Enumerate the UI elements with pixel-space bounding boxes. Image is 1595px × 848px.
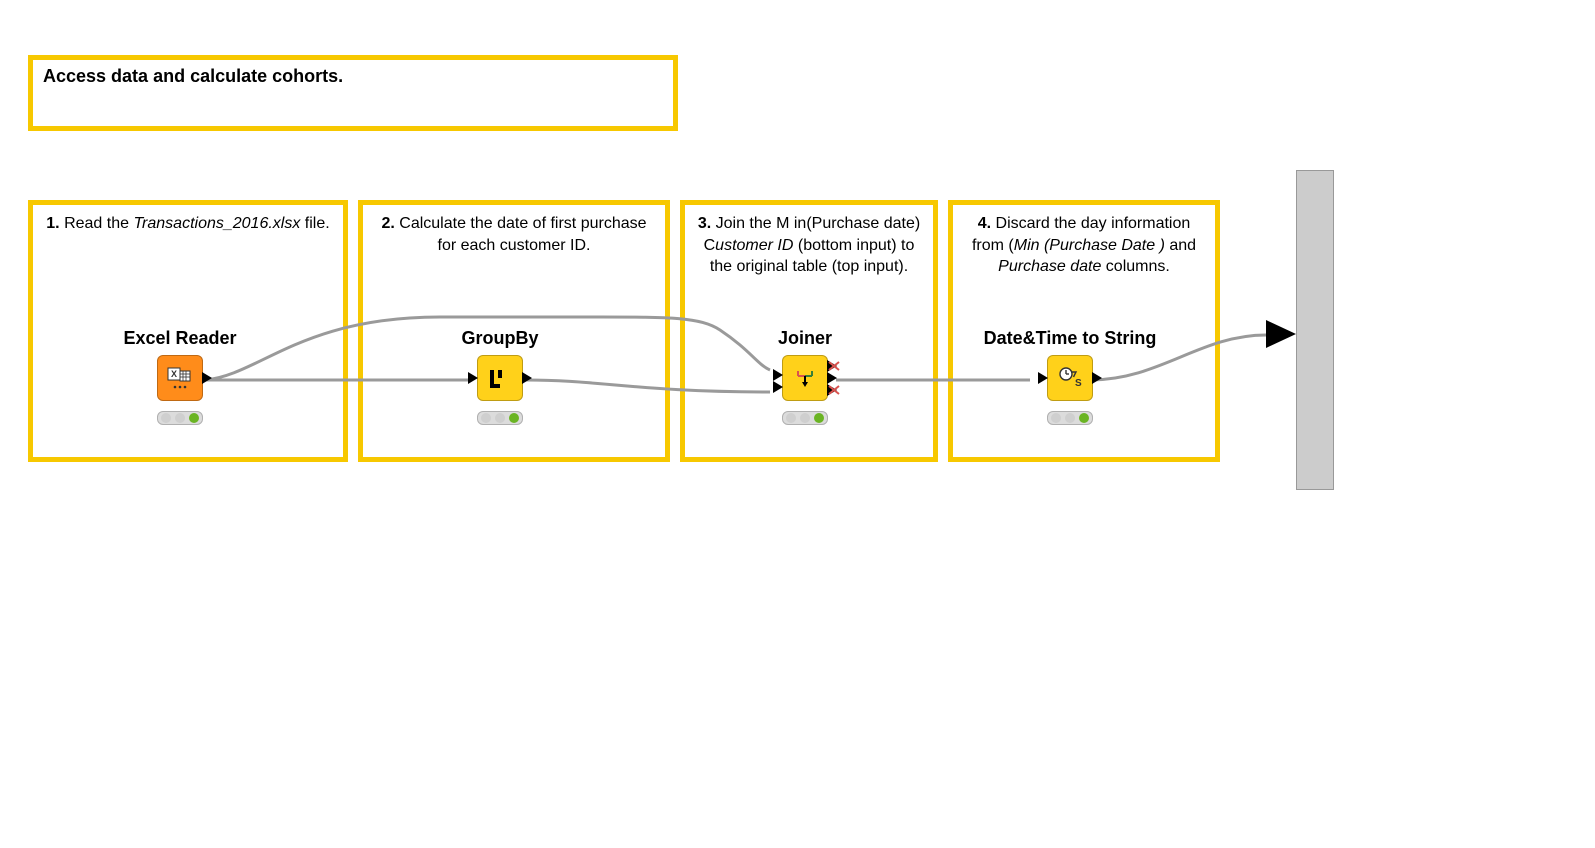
node-status (157, 411, 203, 425)
node-excel-reader-icon: X (157, 355, 203, 401)
annotation-step-4-text: 4. Discard the day information from (Min… (963, 213, 1205, 278)
node-label: Joiner (740, 328, 870, 349)
annotation-step-1-text: 1. Read the Transactions_2016.xlsx file. (43, 213, 333, 235)
node-excel-reader[interactable]: Excel Reader X (95, 328, 265, 425)
svg-text:S: S (1075, 378, 1082, 389)
node-joiner[interactable]: Joiner (740, 328, 870, 425)
workflow-output-bar[interactable] (1296, 170, 1334, 490)
annotation-header: Access data and calculate cohorts. (28, 55, 678, 131)
node-label: Date&Time to String (960, 328, 1180, 349)
node-joiner-icon (782, 355, 828, 401)
node-status (782, 411, 828, 425)
svg-text:X: X (171, 369, 177, 379)
node-groupby-icon (477, 355, 523, 401)
workflow-canvas[interactable]: Access data and calculate cohorts. 1. Re… (0, 0, 1595, 848)
annotation-step-2-text: 2. Calculate the date of first purchase … (373, 213, 655, 256)
node-datetime-icon: S (1047, 355, 1093, 401)
node-status (477, 411, 523, 425)
annotation-step-3-text: 3. Join the M in(Purchase date) Customer… (695, 213, 923, 278)
node-label: Excel Reader (95, 328, 265, 349)
annotation-header-text: Access data and calculate cohorts. (43, 66, 663, 87)
node-label: GroupBy (430, 328, 570, 349)
node-groupby[interactable]: GroupBy (430, 328, 570, 425)
node-datetime-to-string[interactable]: Date&Time to String S (960, 328, 1180, 425)
node-status (1047, 411, 1093, 425)
